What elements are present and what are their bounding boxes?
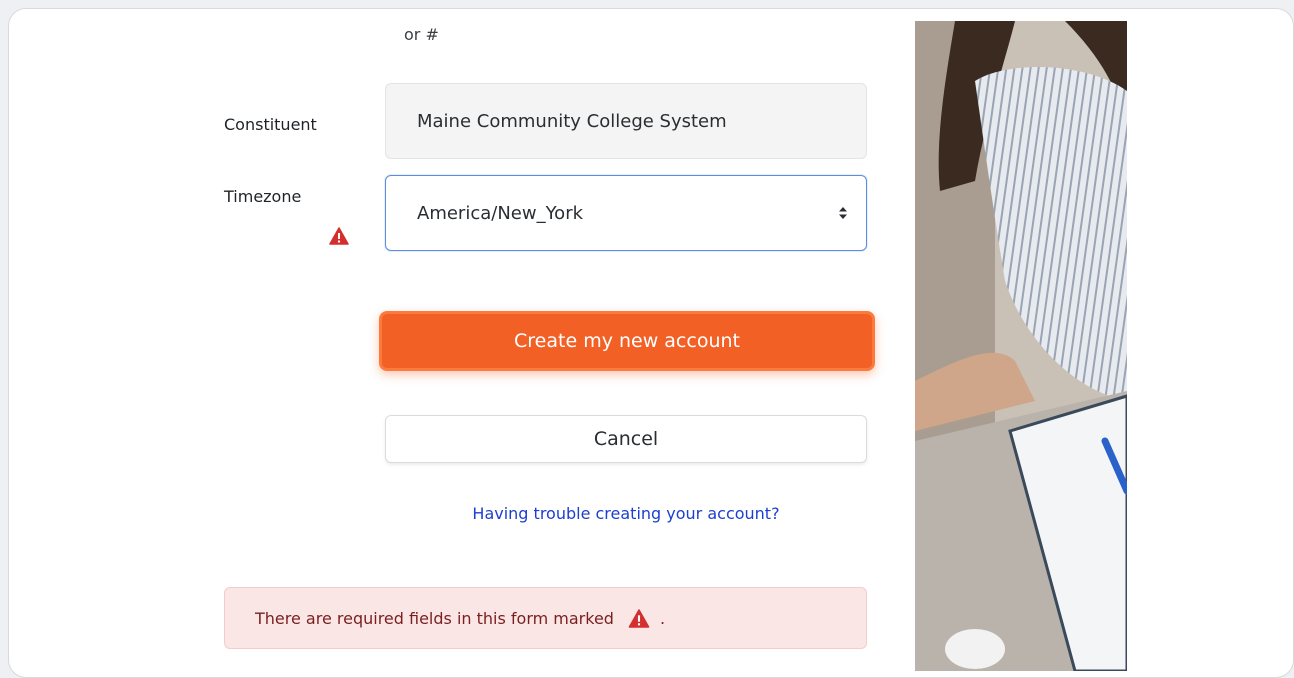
timezone-label: Timezone [224,187,302,206]
create-account-button[interactable]: Create my new account [379,311,875,371]
alert-text: There are required fields in this form m… [255,608,614,628]
account-help-link[interactable]: Having trouble creating your account? [385,504,867,523]
constituent-field[interactable]: Maine Community College System [385,83,867,159]
timezone-value: America/New_York [417,202,584,224]
constituent-label: Constituent [224,115,317,134]
cancel-button[interactable]: Cancel [385,415,867,463]
timezone-select[interactable]: America/New_York [385,175,867,251]
signup-form-card: or # Constituent Maine Community College… [8,8,1294,678]
form-hint-text: or # [404,25,439,44]
warning-triangle-icon [329,227,349,245]
constituent-value: Maine Community College System [417,110,727,132]
required-fields-alert: There are required fields in this form m… [224,587,867,649]
side-photo [915,21,1127,671]
alert-period: . [659,608,666,628]
select-arrows-icon [839,207,847,219]
warning-triangle-icon [628,608,650,628]
